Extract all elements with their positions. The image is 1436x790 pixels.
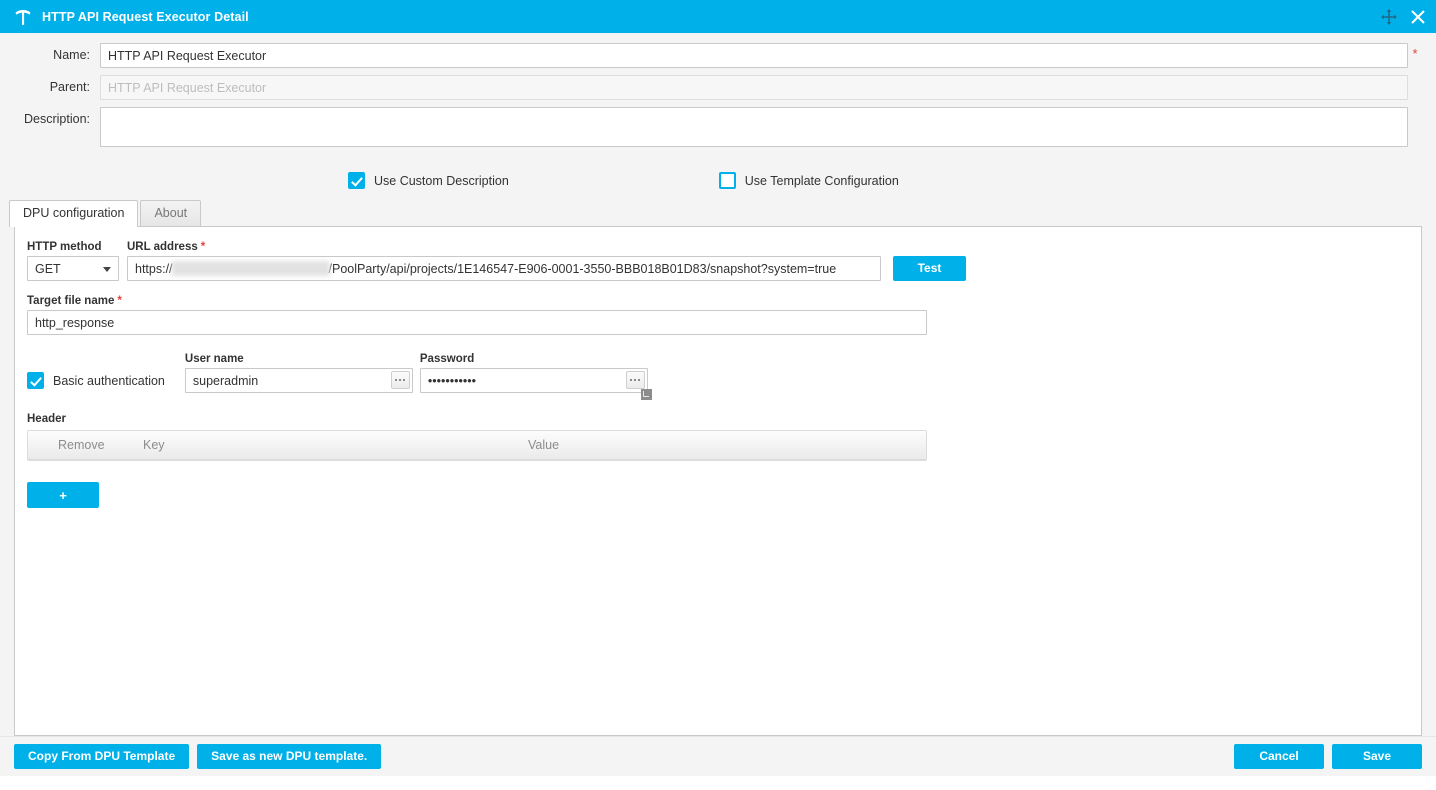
password-ellipsis-icon[interactable]: [626, 371, 645, 389]
bottom-strip: [0, 776, 1436, 790]
basic-authentication-label: Basic authentication: [53, 374, 165, 388]
name-required-marker: *: [1408, 43, 1422, 60]
url-redacted-host: [172, 261, 330, 276]
password-field: Password: [420, 353, 648, 393]
target-file-field: Target file name*: [27, 295, 1409, 335]
url-field: URL address* https:// /PoolParty/api/proj…: [127, 241, 881, 281]
http-method-field: HTTP method GET: [27, 241, 119, 281]
header-table-head: Remove Key Value: [28, 431, 926, 460]
checkbox-box: [348, 172, 365, 189]
save-button[interactable]: Save: [1332, 744, 1422, 769]
options-row: Use Custom Description Use Template Conf…: [0, 172, 1436, 189]
header-table: Remove Key Value: [27, 430, 927, 461]
top-form: Name: * Parent: * Description: *: [0, 33, 1436, 159]
url-required-marker: *: [201, 241, 205, 253]
parent-input: [100, 75, 1408, 100]
url-prefix: https://: [135, 262, 173, 276]
chevron-down-icon: [103, 267, 111, 272]
save-as-new-dpu-template-button[interactable]: Save as new DPU template.: [197, 744, 381, 769]
basic-auth-row: Basic authentication User name Password: [27, 353, 1409, 393]
cancel-button[interactable]: Cancel: [1234, 744, 1324, 769]
titlebar: HTTP API Request Executor Detail: [0, 0, 1436, 33]
footer-left-actions: Copy From DPU Template Save as new DPU t…: [14, 744, 381, 769]
pickaxe-icon: [12, 6, 34, 28]
move-icon[interactable]: [1380, 8, 1398, 26]
add-header-row-wrap: +: [27, 482, 1409, 508]
url-input[interactable]: https:// /PoolParty/api/projects/1E146547…: [127, 256, 881, 281]
description-input[interactable]: [100, 107, 1408, 147]
dpu-configuration-panel: HTTP method GET URL address* https:///Po…: [14, 226, 1422, 736]
target-file-label-text: Target file name: [27, 295, 114, 307]
name-row: Name: *: [14, 43, 1422, 68]
test-field: Test: [893, 256, 966, 281]
url-label: URL address*: [127, 241, 881, 253]
http-method-select[interactable]: GET: [27, 256, 119, 281]
name-input[interactable]: [100, 43, 1408, 68]
copy-from-dpu-template-button[interactable]: Copy From DPU Template: [14, 744, 189, 769]
checkbox-box: [27, 372, 44, 389]
tab-dpu-configuration[interactable]: DPU configuration: [9, 200, 138, 227]
header-section-label: Header: [27, 413, 1409, 425]
test-button[interactable]: Test: [893, 256, 966, 281]
use-custom-description-label: Use Custom Description: [374, 174, 509, 188]
url-suffix: /PoolParty/api/projects/1E146547-E906-00…: [329, 262, 837, 276]
password-label: Password: [420, 353, 648, 365]
tabstrip: DPU configuration About: [9, 200, 1422, 226]
use-custom-description-checkbox[interactable]: Use Custom Description: [348, 172, 509, 189]
add-header-button[interactable]: +: [27, 482, 99, 508]
username-input[interactable]: [185, 368, 413, 393]
name-label: Name:: [14, 43, 90, 62]
dialog-window: HTTP API Request Executor Detail: [0, 0, 1436, 790]
checkbox-box: [719, 172, 736, 189]
request-row: HTTP method GET URL address* https:// /Po…: [27, 241, 1409, 281]
parent-row: Parent: *: [14, 75, 1422, 100]
header-section: Header Remove Key Value +: [27, 413, 1409, 508]
parent-required-spacer: *: [1408, 75, 1422, 92]
username-field: User name: [185, 353, 413, 393]
column-header-value: Value: [528, 438, 926, 452]
column-header-remove: Remove: [28, 438, 143, 452]
description-required-spacer: *: [1408, 107, 1422, 124]
resize-grip-handle[interactable]: [641, 389, 652, 400]
password-input[interactable]: [420, 368, 648, 393]
http-method-label: HTTP method: [27, 241, 119, 253]
description-row: Description: *: [14, 107, 1422, 152]
http-method-value: GET: [35, 262, 61, 276]
titlebar-controls: [1380, 0, 1428, 33]
username-ellipsis-icon[interactable]: [391, 371, 410, 389]
use-template-configuration-label: Use Template Configuration: [745, 174, 899, 188]
tabs-area: DPU configuration About HTTP method GET …: [0, 200, 1436, 736]
basic-authentication-checkbox[interactable]: Basic authentication: [27, 368, 165, 393]
url-label-text: URL address: [127, 241, 198, 253]
footer-right-actions: Cancel Save: [1234, 744, 1422, 769]
parent-label: Parent:: [14, 75, 90, 94]
footer-bar: Copy From DPU Template Save as new DPU t…: [0, 736, 1436, 776]
description-label: Description:: [14, 107, 90, 126]
use-template-configuration-checkbox[interactable]: Use Template Configuration: [719, 172, 899, 189]
close-icon[interactable]: [1408, 7, 1428, 27]
window-title: HTTP API Request Executor Detail: [42, 10, 249, 24]
username-label: User name: [185, 353, 413, 365]
target-file-input[interactable]: [27, 310, 927, 335]
target-file-label: Target file name*: [27, 295, 1409, 307]
tab-about[interactable]: About: [140, 200, 201, 226]
column-header-key: Key: [143, 438, 528, 452]
target-file-required-marker: *: [117, 295, 121, 307]
